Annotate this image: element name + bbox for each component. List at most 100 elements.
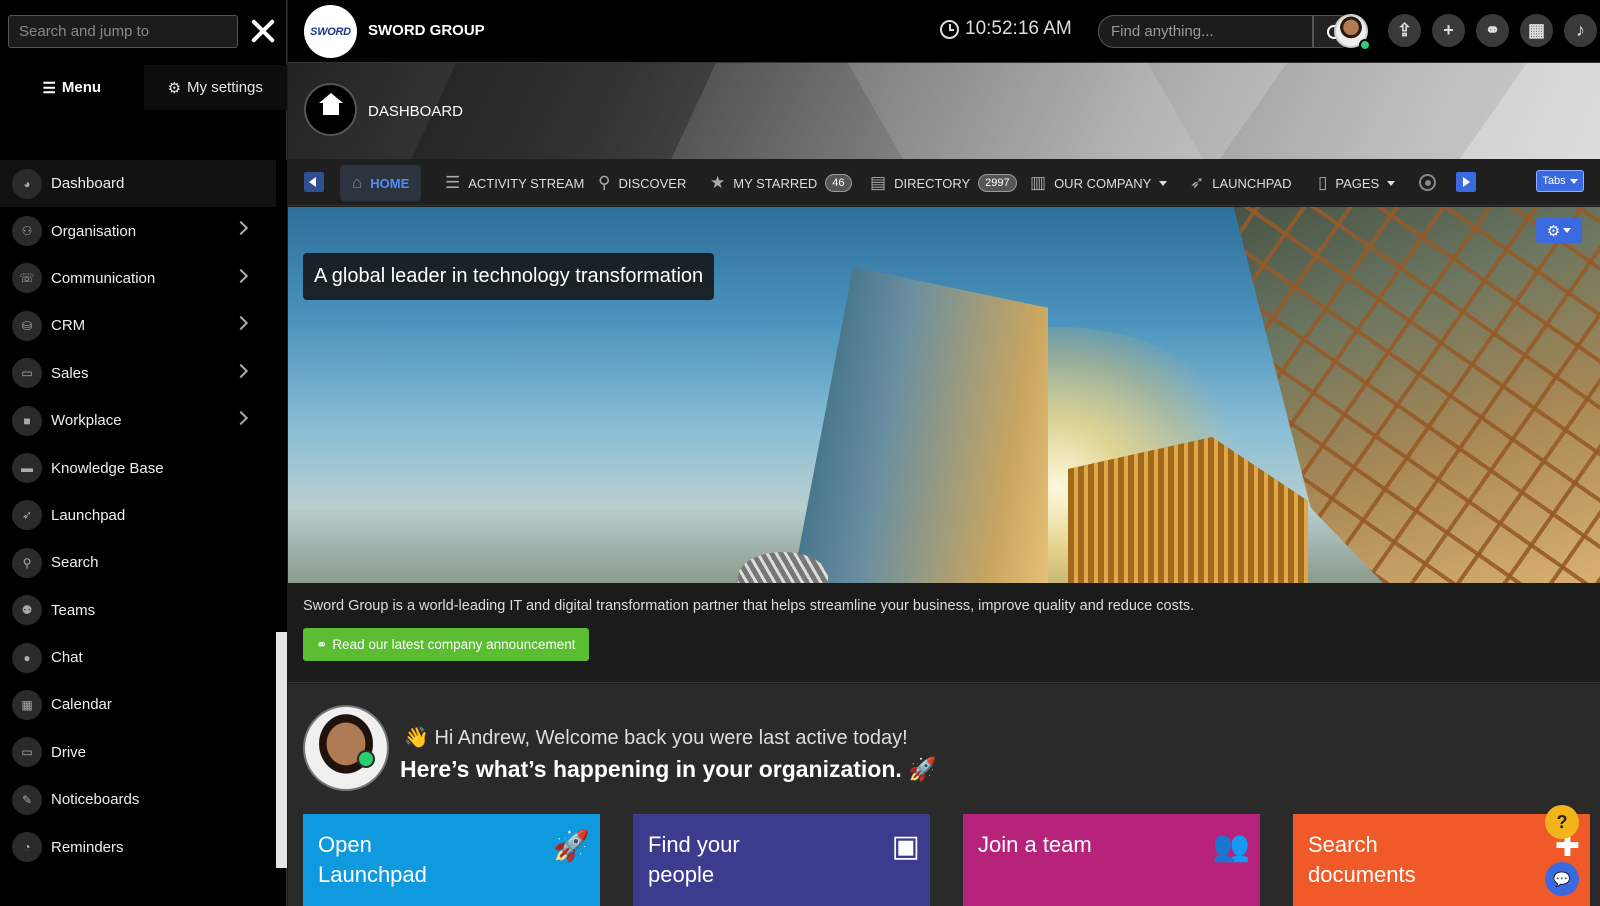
crm-icon: ⛁: [12, 310, 42, 341]
chevron-down-icon: [1387, 180, 1396, 186]
rocket-icon: ➶: [1190, 173, 1205, 192]
hero-settings-button[interactable]: ⚙: [1536, 218, 1582, 243]
chevron-right-icon: [233, 363, 249, 378]
tab-discover[interactable]: ⚲ DISCOVER: [598, 165, 686, 201]
close-icon[interactable]: [246, 14, 280, 48]
company-logo[interactable]: SWORD: [304, 5, 357, 58]
sidebar-item-search[interactable]: ⚲ Search: [0, 539, 276, 586]
chat-bubbles-icon[interactable]: 💬: [1545, 862, 1579, 896]
hero-caption: A global leader in technology transforma…: [303, 253, 715, 300]
gear-icon: ⚙: [1546, 222, 1561, 240]
tabs-dropdown-label: Tabs: [1542, 175, 1566, 187]
card-join-a-team[interactable]: Join a team 👥: [963, 814, 1260, 906]
search-icon: ⚲: [598, 173, 611, 192]
calendar-icon[interactable]: ▦: [1520, 14, 1553, 47]
tab-my-settings-label: My settings: [187, 79, 263, 96]
sidebar-tabs: ☰ Menu ⚙ My settings: [0, 65, 287, 110]
tab-home-label: HOME: [370, 175, 410, 191]
dashboard-tabs: ⌂ HOME ☰ ACTIVITY STREAM ⚲ DISCOVER ★ MY…: [288, 159, 1600, 206]
tab-launchpad[interactable]: ➶ LAUNCHPAD: [1190, 165, 1291, 201]
sidebar-scrollbar-thumb[interactable]: [276, 160, 287, 632]
online-status-dot: [1359, 39, 1371, 51]
tab-pages[interactable]: ▯ PAGES: [1318, 165, 1396, 201]
top-actions: ⇪ + ⚭ ▦ ♪: [1388, 14, 1597, 47]
starred-count-badge: 46: [825, 174, 852, 192]
company-name: SWORD GROUP: [368, 22, 485, 39]
banner-shape: [836, 63, 1240, 159]
sidebar-item-label: Organisation: [51, 222, 137, 240]
help-button[interactable]: ?: [1545, 805, 1579, 839]
card-find-your-people[interactable]: Find your people ▣: [633, 814, 930, 906]
hero-image-building: [788, 267, 1048, 583]
announcement-button[interactable]: ⚭ Read our latest company announcement: [303, 628, 590, 661]
dashboard-icon: ◕: [12, 168, 42, 199]
page-header-banner: DASHBOARD: [288, 63, 1600, 159]
pin-icon: ✎: [12, 784, 42, 815]
top-bar: SWORD SWORD GROUP 10:52:16 AM ⇪ + ⚭ ▦ ♪: [288, 0, 1600, 63]
sidebar-item-communication[interactable]: ☏ Communication: [0, 255, 276, 302]
directory-count-badge: 2997: [978, 174, 1017, 192]
sidebar: ☰ Menu ⚙ My settings ◕ Dashboard ⚇ Organ…: [0, 0, 287, 906]
global-search-input[interactable]: [1098, 15, 1313, 48]
quick-action-cards: Open Launchpad 🚀 Find your people ▣ Join…: [303, 814, 1590, 906]
tab-our-company[interactable]: ▥ OUR COMPANY: [1030, 165, 1168, 201]
building-icon: ▥: [1030, 173, 1047, 192]
tab-our-company-label: OUR COMPANY: [1054, 175, 1152, 191]
sidebar-search-input[interactable]: [8, 15, 238, 48]
sidebar-item-sales[interactable]: ▭ Sales: [0, 350, 276, 397]
list-icon: ☰: [445, 173, 461, 192]
logo-text: SWORD: [310, 25, 351, 38]
scroll-right-button[interactable]: [1456, 172, 1476, 192]
chevron-down-icon: [1569, 178, 1578, 184]
tab-menu[interactable]: ☰ Menu: [0, 65, 144, 110]
sidebar-item-dashboard[interactable]: ◕ Dashboard: [0, 160, 276, 208]
hero-banner: A global leader in technology transforma…: [288, 207, 1600, 583]
sidebar-item-workplace[interactable]: ■ Workplace: [0, 397, 276, 444]
sidebar-item-calendar[interactable]: ▦ Calendar: [0, 681, 276, 728]
sidebar-item-teams[interactable]: ⚉ Teams: [0, 587, 276, 634]
sidebar-item-reminders[interactable]: ◔ Reminders: [0, 823, 276, 870]
tab-activity-stream-label: ACTIVITY STREAM: [468, 175, 585, 191]
user-avatar-large[interactable]: [303, 705, 389, 791]
card-title: Open Launchpad: [318, 832, 427, 887]
calendar-icon: ▦: [12, 689, 42, 720]
tab-activity-stream[interactable]: ☰ ACTIVITY STREAM: [445, 165, 584, 201]
users-icon: 👥: [1212, 830, 1250, 863]
sidebar-item-launchpad[interactable]: ➶ Launchpad: [0, 492, 276, 539]
tab-discover-label: DISCOVER: [618, 175, 687, 191]
sidebar-item-label: Reminders: [51, 838, 124, 856]
scroll-left-button[interactable]: [304, 172, 324, 192]
upload-icon[interactable]: ⇪: [1388, 14, 1421, 47]
tab-home[interactable]: ⌂ HOME: [340, 165, 422, 201]
tab-my-settings[interactable]: ⚙ My settings: [143, 65, 287, 110]
plus-icon[interactable]: +: [1432, 14, 1465, 47]
sidebar-item-label: CRM: [51, 317, 86, 335]
chevron-right-icon: [233, 316, 249, 331]
sidebar-item-knowledge-base[interactable]: ▬ Knowledge Base: [0, 444, 276, 491]
home-icon: ⌂: [352, 173, 363, 192]
rocket-icon: 🚀: [552, 830, 590, 863]
stopwatch-icon: ◔: [12, 832, 42, 863]
rocket-icon: ➶: [12, 500, 42, 531]
tab-directory[interactable]: ▤ DIRECTORY 2997: [870, 165, 1017, 201]
bell-icon[interactable]: ♪: [1564, 14, 1597, 47]
drive-icon: ▭: [12, 737, 42, 768]
chevron-right-icon: [233, 268, 249, 283]
sidebar-item-noticeboards[interactable]: ✎ Noticeboards: [0, 776, 276, 823]
contact-card-icon: ▤: [870, 173, 887, 192]
link-icon[interactable]: ⚭: [1476, 14, 1509, 47]
tab-menu-label: Menu: [61, 79, 102, 96]
sidebar-item-drive[interactable]: ▭ Drive: [0, 729, 276, 776]
sidebar-menu: ◕ Dashboard ⚇ Organisation ☏ Communicati…: [0, 160, 276, 868]
sidebar-item-label: Communication: [51, 269, 156, 287]
communication-icon: ☏: [12, 263, 42, 294]
sidebar-item-label: Teams: [51, 601, 96, 619]
card-open-launchpad[interactable]: Open Launchpad 🚀: [303, 814, 600, 906]
sidebar-item-crm[interactable]: ⛁ CRM: [0, 302, 276, 349]
tab-my-starred[interactable]: ★ MY STARRED 46: [710, 165, 852, 201]
tabs-dropdown-button[interactable]: Tabs: [1536, 170, 1584, 192]
sidebar-item-label: Calendar: [51, 696, 112, 714]
record-icon[interactable]: [1419, 174, 1436, 191]
sidebar-item-organisation[interactable]: ⚇ Organisation: [0, 207, 276, 254]
sidebar-item-chat[interactable]: ● Chat: [0, 634, 276, 681]
